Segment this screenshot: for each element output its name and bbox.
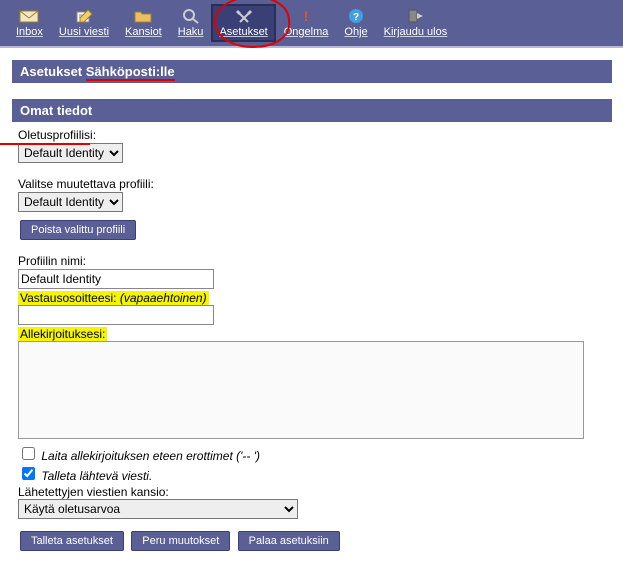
logout-icon xyxy=(405,8,425,24)
separator-checkbox-label: Laita allekirjoituksen eteen erottimet (… xyxy=(41,449,260,463)
save-sent-checkbox[interactable] xyxy=(22,467,35,480)
search-icon xyxy=(181,8,201,24)
main-toolbar: Inbox Uusi viesti Kansiot Haku Asetukset… xyxy=(0,0,623,48)
toolbar-label: Haku xyxy=(178,26,204,38)
tools-icon xyxy=(234,8,254,24)
toolbar-label: Kansiot xyxy=(125,26,162,38)
toolbar-label: Ongelma xyxy=(284,26,329,38)
toolbar-problem[interactable]: ! Ongelma xyxy=(276,4,337,42)
reply-address-label-wrap: Vastausosoitteesi: (vapaaehtoinen) xyxy=(18,291,209,305)
help-icon: ? xyxy=(346,8,366,24)
content-area: Asetukset Sähköposti:lle Omat tiedot Ole… xyxy=(0,48,623,557)
toolbar-label: Ohje xyxy=(344,26,367,38)
toolbar-label: Asetukset xyxy=(219,26,267,38)
problem-icon: ! xyxy=(296,8,316,24)
compose-icon xyxy=(74,8,94,24)
reply-address-label: Vastausosoitteesi: xyxy=(20,291,120,305)
toolbar-label: Inbox xyxy=(16,26,43,38)
signature-textarea[interactable] xyxy=(18,341,584,439)
back-to-settings-button[interactable]: Palaa asetuksiin xyxy=(238,531,340,551)
toolbar-compose[interactable]: Uusi viesti xyxy=(51,4,117,42)
toolbar-label: Kirjaudu ulos xyxy=(384,26,448,38)
page-title: Asetukset Sähköposti:lle xyxy=(12,60,612,83)
svg-text:?: ? xyxy=(353,12,359,23)
toolbar-label: Uusi viesti xyxy=(59,26,109,38)
form-area: Oletusprofiilisi: Default Identity Valit… xyxy=(12,128,623,557)
select-profile-select[interactable]: Default Identity xyxy=(18,192,123,212)
inbox-icon xyxy=(19,8,39,24)
toolbar-inbox[interactable]: Inbox xyxy=(8,4,51,42)
default-profile-label: Oletusprofiilisi: xyxy=(18,128,623,142)
save-settings-button[interactable]: Talleta asetukset xyxy=(20,531,124,551)
undo-changes-button[interactable]: Peru muutokset xyxy=(131,531,230,551)
signature-label: Allekirjoituksesi: xyxy=(18,327,107,341)
profile-name-input[interactable] xyxy=(18,269,214,289)
svg-text:!: ! xyxy=(304,8,309,24)
page-title-prefix: Asetukset xyxy=(20,64,86,79)
toolbar-help[interactable]: ? Ohje xyxy=(336,4,375,42)
toolbar-folders[interactable]: Kansiot xyxy=(117,4,170,42)
toolbar-settings[interactable]: Asetukset xyxy=(211,4,275,42)
profile-name-label: Profiilin nimi: xyxy=(18,254,623,268)
toolbar-logout[interactable]: Kirjaudu ulos xyxy=(376,4,456,42)
reply-address-optional: (vapaaehtoinen) xyxy=(120,291,207,305)
select-profile-label: Valitse muutettava profiili: xyxy=(18,177,623,191)
delete-profile-button[interactable]: Poista valittu profiili xyxy=(20,220,136,240)
toolbar-search[interactable]: Haku xyxy=(170,4,212,42)
save-sent-checkbox-label: Talleta lähtevä viesti. xyxy=(41,469,152,483)
section-title: Omat tiedot xyxy=(12,99,612,122)
page-title-highlight: Sähköposti:lle xyxy=(86,64,175,81)
reply-address-input[interactable] xyxy=(18,305,214,325)
default-profile-select[interactable]: Default Identity xyxy=(18,143,123,163)
separator-checkbox[interactable] xyxy=(22,447,35,460)
sent-folder-select[interactable]: Käytä oletusarvoa xyxy=(18,499,298,519)
sent-folder-label: Lähetettyjen viestien kansio: xyxy=(18,485,623,499)
folders-icon xyxy=(133,8,153,24)
annotation-red-underline xyxy=(0,143,90,145)
